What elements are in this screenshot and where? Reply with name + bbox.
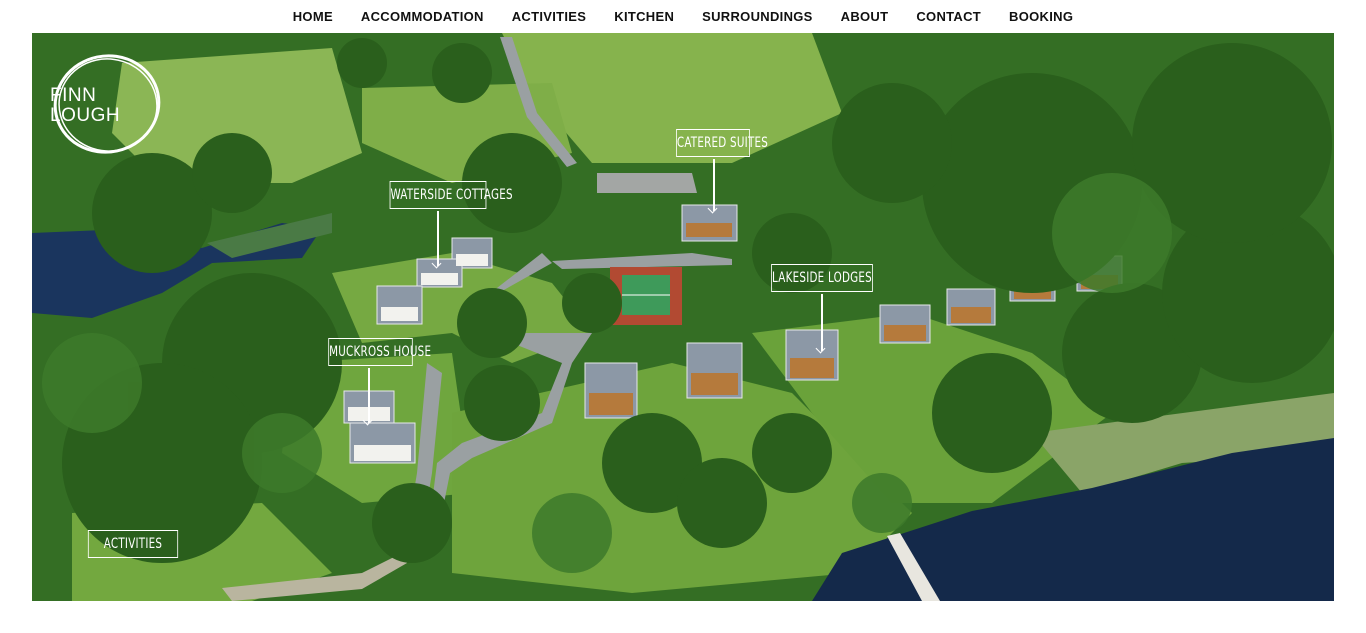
nav-home[interactable]: HOME — [293, 9, 333, 24]
nav-booking[interactable]: BOOKING — [1009, 9, 1073, 24]
aerial-site-map: FINN LOUGH CATERED SUITES WATERSIDE COTT… — [32, 33, 1334, 601]
nav-activities[interactable]: ACTIVITIES — [512, 9, 587, 24]
nav-kitchen[interactable]: KITCHEN — [614, 9, 674, 24]
main-navigation: HOME ACCOMMODATION ACTIVITIES KITCHEN SU… — [0, 0, 1366, 33]
nav-surroundings[interactable]: SURROUNDINGS — [702, 9, 813, 24]
nav-about[interactable]: ABOUT — [841, 9, 889, 24]
logo-wordmark: FINN LOUGH — [50, 86, 146, 126]
lakeside-lodges-pointer — [821, 294, 823, 351]
muckross-house-pointer — [368, 368, 370, 423]
waterside-cottages-label[interactable]: WATERSIDE COTTAGES — [389, 181, 513, 209]
logo-line-1: FINN — [50, 85, 97, 106]
waterside-cottages-pointer — [437, 211, 439, 266]
catered-suites-pointer — [713, 159, 715, 211]
lakeside-lodges-label[interactable]: LAKESIDE LODGES — [771, 264, 873, 292]
nav-contact[interactable]: CONTACT — [916, 9, 981, 24]
nav-accommodation[interactable]: ACCOMMODATION — [361, 9, 484, 24]
logo-line-2: LOUGH — [50, 105, 121, 126]
aerial-photo — [32, 33, 1334, 601]
activities-label[interactable]: ACTIVITIES — [87, 530, 179, 558]
catered-suites-label[interactable]: CATERED SUITES — [676, 129, 768, 157]
muckross-house-label[interactable]: MUCKROSS HOUSE — [328, 338, 431, 366]
